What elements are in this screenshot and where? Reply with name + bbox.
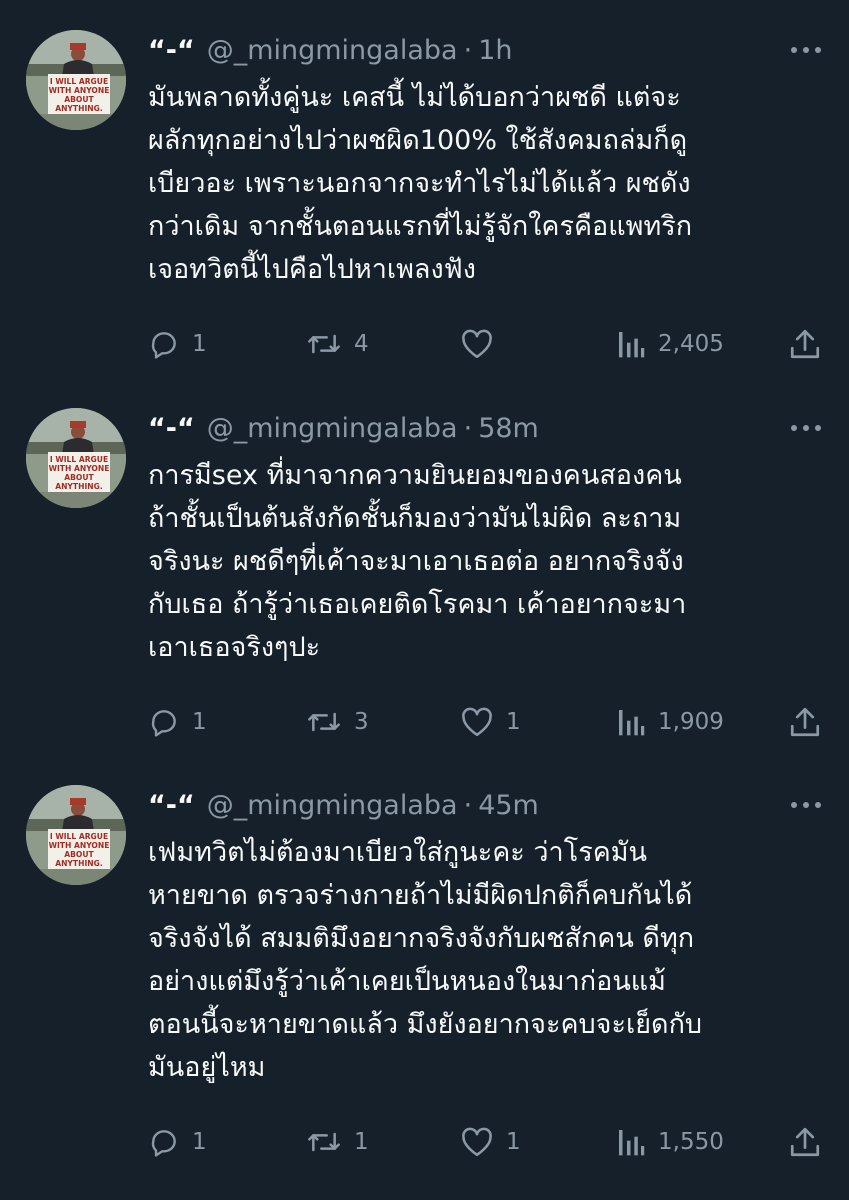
timestamp[interactable]: 1h — [478, 35, 512, 66]
display-name[interactable]: “-“ — [148, 413, 195, 444]
retweet-button[interactable]: 4 — [306, 326, 369, 362]
reply-button[interactable]: 1 — [148, 704, 207, 740]
tweet-text-line: เฟมทวิตไม่ต้องมาเบียวใส่กูนะคะ ว่าโรคมัน — [148, 837, 648, 868]
tweet-text-line: เจอทวิตนี้ไปคือไปหาเพลงฟัง — [148, 254, 476, 285]
tweet-text-line: เบียวอะ เพราะนอกจากจะทำไรไม่ได้แล้ว ผชดั… — [148, 168, 691, 199]
reply-icon — [151, 710, 176, 737]
tweet-header: “-“ @_mingmingalaba · 1h — [148, 30, 512, 70]
tweet-text-line: อย่างแต่มึงรู้ว่าเค้าเคยเป็นหนองในมาก่อน… — [148, 966, 666, 997]
like-button[interactable]: 1 — [460, 1124, 521, 1160]
views-icon — [619, 332, 645, 358]
like-icon — [462, 707, 492, 737]
reply-icon — [151, 1130, 176, 1157]
tweet-text-line: หายขาด ตรวจร่างกายถ้าไม่มีผิดปกติก็คบกัน… — [148, 880, 693, 911]
tweet-text: มันพลาดทั้งคู่นะ เคสนี้ ไม่ได้บอกว่าผชดี… — [148, 76, 838, 291]
share-icon — [790, 1127, 820, 1157]
display-name[interactable]: “-“ — [148, 790, 195, 821]
reply-button[interactable]: 1 — [148, 1124, 207, 1160]
separator-dot: · — [463, 789, 473, 821]
retweet-button[interactable]: 1 — [306, 1124, 369, 1160]
avatar-sign-text: WITH ANYONE — [49, 841, 110, 850]
share-icon — [790, 329, 820, 359]
like-button[interactable]: 1 — [460, 704, 521, 740]
retweet-button[interactable]: 3 — [306, 704, 369, 740]
avatar-sign-text: WITH ANYONE — [49, 464, 110, 473]
reply-button[interactable]: 1 — [148, 326, 207, 362]
user-handle[interactable]: @_mingmingalaba — [207, 413, 458, 444]
avatar-sign-text: I WILL ARGUE — [50, 832, 108, 841]
views-button[interactable]: 1,550 — [616, 1124, 724, 1160]
tweet-header: “-“ @_mingmingalaba · 58m — [148, 408, 539, 448]
tweet-text-line: กว่าเดิม จากชั้นตอนแรกที่ไม่รู้จักใครคือ… — [148, 211, 693, 242]
share-button[interactable] — [788, 326, 822, 362]
retweet-icon — [308, 334, 340, 354]
tweet-text-line: เอาเธอจริงๆปะ — [148, 632, 321, 663]
retweet-icon — [308, 712, 340, 732]
tweet-text-line: มันพลาดทั้งคู่นะ เคสนี้ ไม่ได้บอกว่าผชดี… — [148, 82, 681, 113]
avatar-sign-text: ABOUT — [64, 850, 94, 859]
tweet-text-line: กับเธอ ถ้ารู้ว่าเธอเคยติดโรคมา เค้าอยากจ… — [148, 589, 687, 620]
views-button[interactable]: 1,909 — [616, 704, 724, 740]
views-icon — [619, 710, 645, 736]
tweet-text: เฟมทวิตไม่ต้องมาเบียวใส่กูนะคะ ว่าโรคมัน… — [148, 831, 838, 1089]
like-icon — [462, 329, 492, 359]
views-count: 1,550 — [658, 1129, 724, 1155]
share-icon — [790, 707, 820, 737]
more-icon[interactable] — [786, 795, 826, 815]
avatar[interactable]: I WILL ARGUE WITH ANYONE ABOUT ANYTHING. — [26, 785, 126, 885]
reply-count: 1 — [192, 709, 207, 735]
user-handle[interactable]: @_mingmingalaba — [207, 35, 458, 66]
avatar-sign-text: ANYTHING. — [55, 859, 103, 868]
tweet-actions: 1 4 2,405 — [148, 326, 828, 362]
timestamp[interactable]: 45m — [478, 790, 539, 821]
like-button[interactable] — [460, 326, 506, 362]
separator-dot: · — [463, 412, 473, 444]
more-icon[interactable] — [786, 40, 826, 60]
avatar-sign-text: ANYTHING. — [55, 482, 103, 491]
share-button[interactable] — [788, 704, 822, 740]
tweet-text-line: มันอยู่ไหม — [148, 1052, 266, 1083]
avatar[interactable]: I WILL ARGUE WITH ANYONE ABOUT ANYTHING. — [26, 30, 126, 130]
avatar[interactable]: I WILL ARGUE WITH ANYONE ABOUT ANYTHING. — [26, 408, 126, 508]
avatar-sign-text: ANYTHING. — [55, 104, 103, 113]
tweet-text-line: การมีsex ที่มาจากความยินยอมของคนสองคน — [148, 460, 682, 491]
separator-dot: · — [463, 34, 473, 66]
like-icon — [462, 1127, 492, 1157]
timestamp[interactable]: 58m — [478, 413, 539, 444]
share-button[interactable] — [788, 1124, 822, 1160]
tweet-text-line: จริงจังได้ สมมติมึงอยากจริงจังกับผชสักคน… — [148, 923, 695, 954]
tweet-text-line: ผลักทุกอย่างไปว่าผชผิด100% ใช้สังคมถล่มก… — [148, 125, 688, 156]
tweet-text-line: ถ้าชั้นเป็นต้นสังกัดชั้นก็มองว่ามันไม่ผิ… — [148, 503, 682, 534]
tweet-text-line: จริงนะ ผชดีๆที่เค้าจะมาเอาเธอต่อ อยากจริ… — [148, 546, 684, 577]
views-count: 1,909 — [658, 709, 724, 735]
retweet-count: 1 — [354, 1129, 369, 1155]
reply-icon — [151, 332, 176, 359]
reply-count: 1 — [192, 331, 207, 357]
display-name[interactable]: “-“ — [148, 35, 195, 66]
avatar-sign-text: WITH ANYONE — [49, 86, 110, 95]
like-count: 1 — [506, 1129, 521, 1155]
views-button[interactable]: 2,405 — [616, 326, 724, 362]
avatar-sign-text: ABOUT — [64, 95, 94, 104]
more-icon[interactable] — [786, 418, 826, 438]
avatar-sign-text: ABOUT — [64, 473, 94, 482]
retweet-count: 3 — [354, 709, 369, 735]
tweet-header: “-“ @_mingmingalaba · 45m — [148, 785, 539, 825]
views-count: 2,405 — [658, 331, 724, 357]
tweet-actions: 1 3 1 1,909 — [148, 704, 828, 740]
retweet-count: 4 — [354, 331, 369, 357]
tweet-text: การมีsex ที่มาจากความยินยอมของคนสองคนถ้า… — [148, 454, 838, 669]
reply-count: 1 — [192, 1129, 207, 1155]
retweet-icon — [308, 1132, 340, 1152]
avatar-sign-text: I WILL ARGUE — [50, 455, 108, 464]
user-handle[interactable]: @_mingmingalaba — [207, 790, 458, 821]
avatar-sign-text: I WILL ARGUE — [50, 77, 108, 86]
views-icon — [619, 1130, 645, 1156]
tweet-actions: 1 1 1 1,550 — [148, 1124, 828, 1160]
like-count: 1 — [506, 709, 521, 735]
tweet-text-line: ตอนนี้จะหายขาดแล้ว มึงยังอยากจะคบจะเย็ดก… — [148, 1009, 703, 1040]
